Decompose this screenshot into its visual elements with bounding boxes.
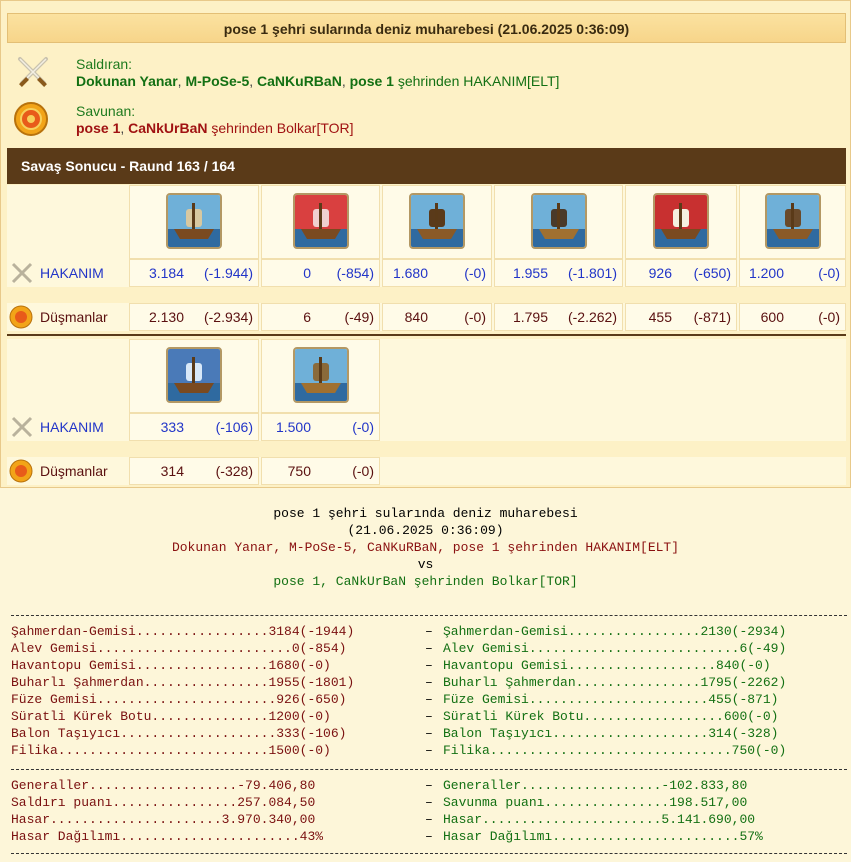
enemy-loss: (-0) (464, 309, 486, 325)
unit-image[interactable] (409, 193, 465, 249)
enemy-loss: (-0) (818, 309, 840, 325)
report-title: pose 1 şehri sularında deniz muharebesi … (7, 13, 846, 43)
unit-image[interactable] (653, 193, 709, 249)
text-separator: – (425, 812, 433, 827)
unit-image[interactable] (166, 347, 222, 403)
text-enemy-summary: Hasar.......................5.141.690,00 (443, 812, 756, 827)
attacker-line: Dokunan Yanar, M-PoSe-5, CaNKuRBaN, pose… (76, 73, 560, 89)
text-separator: – (425, 743, 433, 758)
own-loss: (-0) (818, 265, 840, 281)
text-enemy-line: Buharlı Şahmerdan................1795(-2… (443, 675, 787, 690)
text-separator: – (425, 675, 433, 690)
enemy-loss: (-871) (693, 309, 731, 325)
text-separator: – (425, 726, 433, 741)
shield-icon (9, 459, 33, 483)
crossed-swords-icon (11, 262, 33, 284)
own-row-label[interactable]: HAKANIM (40, 265, 104, 281)
text-separator: – (425, 692, 433, 707)
divider (7, 334, 846, 336)
defender-name[interactable]: CaNkUrBaN (128, 120, 207, 136)
text-own-line: Alev Gemisi.........................0(-8… (11, 641, 347, 656)
text-own-summary: Saldırı puanı................257.084,50 (11, 795, 316, 810)
own-row-label[interactable]: HAKANIM (40, 419, 104, 435)
text-own-line: Havantopu Gemisi.................1680(-0… (11, 658, 331, 673)
attacker-name[interactable]: pose 1 (350, 73, 394, 89)
enemy-loss: (-2.262) (567, 309, 617, 325)
text-enemy-line: Alev Gemisi...........................6(… (443, 641, 787, 656)
own-loss: (-1.801) (567, 265, 617, 281)
text-enemy-line: Filika...............................750… (443, 743, 787, 758)
text-report-defender: pose 1, CaNkUrBaN şehrinden Bolkar[TOR] (273, 574, 578, 589)
text-enemy-line: Süratli Kürek Botu..................600(… (443, 709, 779, 724)
text-enemy-line: Havantopu Gemisi...................840(-… (443, 658, 771, 673)
text-enemy-line: Balon Taşıyıcı....................314(-3… (443, 726, 779, 741)
enemy-loss: (-49) (344, 309, 374, 325)
text-separator: – (425, 709, 433, 724)
own-loss: (-106) (215, 419, 253, 435)
attacker-city[interactable]: şehrinden HAKANIM[ELT] (398, 73, 560, 89)
text-own-line: Şahmerdan-Gemisi.................3184(-1… (11, 624, 355, 639)
crossed-swords-icon (11, 416, 33, 438)
text-enemy-line: Füze Gemisi.......................455(-8… (443, 692, 779, 707)
text-enemy-summary: Hasar Dağılımı........................57… (443, 829, 763, 844)
shield-icon (14, 102, 48, 136)
text-report-attacker: Dokunan Yanar, M-PoSe-5, CaNKuRBaN, pose… (171, 540, 680, 555)
text-own-summary: Hasar......................3.970.340,00 (11, 812, 316, 827)
unit-image[interactable] (765, 193, 821, 249)
unit-image[interactable] (293, 347, 349, 403)
text-report-title: pose 1 şehri sularında deniz muharebesi (273, 506, 578, 521)
defender-label: Savunan: (76, 103, 136, 119)
enemy-loss: (-328) (215, 463, 253, 479)
text-separator: – (425, 658, 433, 673)
text-separator: – (425, 624, 433, 639)
shield-icon (9, 305, 33, 329)
text-enemy-summary: Savunma puanı................198.517,00 (443, 795, 748, 810)
attacker-name[interactable]: Dokunan Yanar (76, 73, 178, 89)
dashed-divider (11, 769, 847, 770)
enemy-loss: (-0) (352, 463, 374, 479)
text-own-summary: Hasar Dağılımı.......................43% (11, 829, 324, 844)
text-separator: – (425, 795, 433, 810)
text-own-line: Filika...........................1500(-0… (11, 743, 331, 758)
crossed-swords-icon (18, 57, 48, 87)
own-loss: (-0) (352, 419, 374, 435)
dashed-divider (11, 615, 847, 616)
unit-image[interactable] (293, 193, 349, 249)
enemy-row-label: Düşmanlar (40, 309, 108, 325)
attacker-name[interactable]: M-PoSe-5 (185, 73, 249, 89)
text-report: pose 1 şehri sularında deniz muharebesi … (0, 496, 851, 862)
defender-name[interactable]: pose 1 (76, 120, 120, 136)
text-report-vs: vs (417, 557, 434, 572)
text-separator: – (425, 829, 433, 844)
text-report-date: (21.06.2025 0:36:09) (347, 523, 504, 538)
unit-image[interactable] (531, 193, 587, 249)
text-own-summary: Generaller...................-79.406,80 (11, 778, 316, 793)
battle-report-panel: pose 1 şehri sularında deniz muharebesi … (0, 0, 851, 488)
dashed-divider (11, 853, 847, 854)
own-loss: (-650) (693, 265, 731, 281)
enemy-row-label: Düşmanlar (40, 463, 108, 479)
attacker-label: Saldıran: (76, 56, 133, 72)
battle-result-title: Savaş Sonucu - Raund 163 / 164 (7, 148, 846, 184)
text-separator: – (425, 641, 433, 656)
unit-image[interactable] (166, 193, 222, 249)
own-loss: (-0) (464, 265, 486, 281)
text-own-line: Süratli Kürek Botu...............1200(-0… (11, 709, 331, 724)
enemy-loss: (-2.934) (203, 309, 253, 325)
own-loss: (-854) (336, 265, 374, 281)
own-loss: (-1.944) (203, 265, 253, 281)
text-own-line: Balon Taşıyıcı....................333(-1… (11, 726, 347, 741)
text-own-line: Buharlı Şahmerdan................1955(-1… (11, 675, 355, 690)
text-own-line: Füze Gemisi.......................926(-6… (11, 692, 347, 707)
defender-line: pose 1, CaNkUrBaN şehrinden Bolkar[TOR] (76, 120, 354, 136)
attacker-name[interactable]: CaNKuRBaN (257, 73, 342, 89)
text-enemy-summary: Generaller..................-102.833,80 (443, 778, 748, 793)
defender-city[interactable]: şehrinden Bolkar[TOR] (211, 120, 353, 136)
text-enemy-line: Şahmerdan-Gemisi.................2130(-2… (443, 624, 787, 639)
text-separator: – (425, 778, 433, 793)
